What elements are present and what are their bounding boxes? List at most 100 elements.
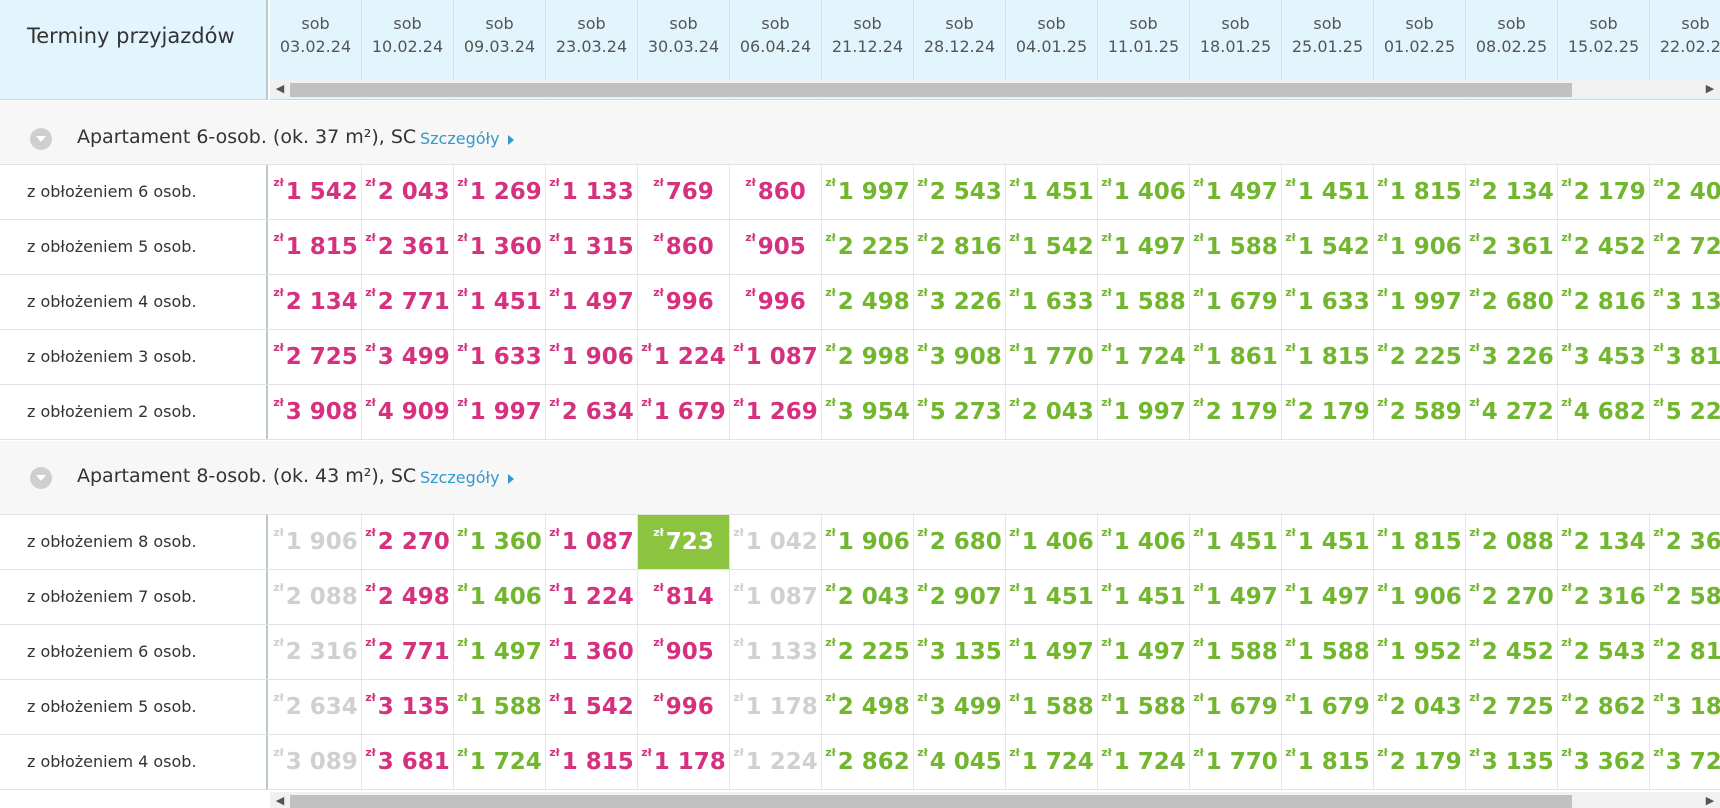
price-cell[interactable]: zł1 724 (454, 735, 546, 789)
price-cell[interactable]: zł1 542 (1006, 220, 1098, 274)
price-cell[interactable]: zł2 088 (270, 570, 362, 624)
price-cell[interactable]: zł2 134 (1558, 515, 1650, 569)
price-cell[interactable]: zł1 542 (270, 165, 362, 219)
price-cell[interactable]: zł3 226 (914, 275, 1006, 329)
price-cell[interactable]: zł1 588 (1098, 275, 1190, 329)
price-cell[interactable]: zł905 (730, 220, 822, 274)
price-cell[interactable]: zł1 087 (546, 515, 638, 569)
price-cell[interactable]: zł1 906 (1374, 220, 1466, 274)
price-cell[interactable]: zł1 451 (1282, 165, 1374, 219)
price-cell[interactable]: zł1 406 (454, 570, 546, 624)
price-cell[interactable]: zł2 088 (1466, 515, 1558, 569)
price-cell[interactable]: zł4 909 (362, 385, 454, 439)
price-cell[interactable]: zł1 997 (822, 165, 914, 219)
price-cell[interactable]: zł1 406 (1098, 165, 1190, 219)
price-cell[interactable]: zł1 542 (546, 680, 638, 734)
horizontal-scrollbar[interactable]: ◀▶ (270, 80, 1720, 98)
price-cell[interactable]: zł1 497 (546, 275, 638, 329)
price-cell[interactable]: zł1 224 (730, 735, 822, 789)
price-cell[interactable]: zł1 497 (1190, 165, 1282, 219)
price-cell[interactable]: zł1 360 (454, 515, 546, 569)
price-cell[interactable]: zł769 (638, 165, 730, 219)
price-cell[interactable]: zł1 178 (730, 680, 822, 734)
price-cell[interactable]: zł3 453 (1558, 330, 1650, 384)
price-cell[interactable]: zł1 542 (1282, 220, 1374, 274)
price-cell[interactable]: zł2 816 (1558, 275, 1650, 329)
price-cell[interactable]: zł1 406 (1006, 515, 1098, 569)
price-cell[interactable]: zł2 179 (1282, 385, 1374, 439)
price-cell[interactable]: zł1 588 (1006, 680, 1098, 734)
price-cell[interactable]: zł3 499 (914, 680, 1006, 734)
price-cell[interactable]: zł1 906 (822, 515, 914, 569)
price-cell[interactable]: zł1 451 (1190, 515, 1282, 569)
price-cell[interactable]: zł1 997 (1098, 385, 1190, 439)
price-cell[interactable]: zł1 269 (454, 165, 546, 219)
price-cell[interactable]: zł3 135 (362, 680, 454, 734)
price-cell[interactable]: zł2 270 (362, 515, 454, 569)
price-cell[interactable]: zł2 816 (914, 220, 1006, 274)
scrollbar-thumb[interactable] (290, 795, 1572, 808)
scroll-left-icon[interactable]: ◀ (272, 80, 288, 98)
price-cell[interactable]: zł1 588 (1098, 680, 1190, 734)
price-cell[interactable]: zł860 (638, 220, 730, 274)
price-cell[interactable]: zł1 724 (1098, 330, 1190, 384)
price-cell[interactable]: zł1 588 (454, 680, 546, 734)
price-cell[interactable]: zł1 724 (1006, 735, 1098, 789)
price-cell[interactable]: zł2 179 (1190, 385, 1282, 439)
price-cell[interactable]: zł2 862 (822, 735, 914, 789)
price-cell[interactable]: zł1 906 (1374, 570, 1466, 624)
price-cell[interactable]: zł1 815 (1374, 165, 1466, 219)
price-cell[interactable]: zł2 498 (822, 275, 914, 329)
price-cell[interactable]: zł3 135 (1650, 275, 1720, 329)
price-cell[interactable]: zł2 725 (1466, 680, 1558, 734)
price-cell[interactable]: zł3 499 (362, 330, 454, 384)
price-cell[interactable]: zł1 679 (1282, 680, 1374, 734)
price-cell[interactable]: zł1 497 (1006, 625, 1098, 679)
price-cell[interactable]: zł2 498 (822, 680, 914, 734)
collapse-toggle-icon[interactable] (30, 128, 52, 150)
price-cell[interactable]: zł1 451 (1282, 515, 1374, 569)
price-cell[interactable]: zł1 497 (1098, 625, 1190, 679)
price-cell[interactable]: zł1 588 (1282, 625, 1374, 679)
price-cell[interactable]: zł1 588 (1190, 625, 1282, 679)
price-cell[interactable]: zł2 179 (1558, 165, 1650, 219)
price-cell[interactable]: zł1 360 (454, 220, 546, 274)
price-cell[interactable]: zł2 589 (1374, 385, 1466, 439)
price-cell[interactable]: zł1 906 (546, 330, 638, 384)
price-cell[interactable]: zł1 497 (1098, 220, 1190, 274)
price-cell[interactable]: zł1 633 (1282, 275, 1374, 329)
price-cell[interactable]: zł1 224 (546, 570, 638, 624)
price-cell[interactable]: zł2 634 (546, 385, 638, 439)
price-cell[interactable]: zł1 815 (270, 220, 362, 274)
price-cell[interactable]: zł1 997 (1374, 275, 1466, 329)
price-cell[interactable]: zł1 770 (1006, 330, 1098, 384)
price-cell[interactable]: zł1 042 (730, 515, 822, 569)
price-cell[interactable]: zł1 679 (1190, 680, 1282, 734)
price-cell[interactable]: zł2 452 (1558, 220, 1650, 274)
price-cell[interactable]: zł2 043 (1374, 680, 1466, 734)
price-cell[interactable]: zł2 361 (1466, 220, 1558, 274)
price-cell[interactable]: zł1 497 (1190, 570, 1282, 624)
price-cell[interactable]: zł5 273 (914, 385, 1006, 439)
price-cell[interactable]: zł1 633 (1006, 275, 1098, 329)
price-cell[interactable]: zł2 862 (1558, 680, 1650, 734)
price-cell[interactable]: zł1 087 (730, 570, 822, 624)
price-cell[interactable]: zł1 497 (1282, 570, 1374, 624)
price-cell[interactable]: zł3 908 (270, 385, 362, 439)
price-cell[interactable]: zł2 043 (822, 570, 914, 624)
price-cell[interactable]: zł1 679 (1190, 275, 1282, 329)
price-cell[interactable]: zł2 361 (362, 220, 454, 274)
price-cell[interactable]: zł2 179 (1374, 735, 1466, 789)
price-cell[interactable]: zł2 134 (1466, 165, 1558, 219)
price-cell[interactable]: zł3 954 (822, 385, 914, 439)
price-cell[interactable]: zł1 360 (546, 625, 638, 679)
price-cell[interactable]: zł2 270 (1466, 570, 1558, 624)
price-cell[interactable]: zł3 726 (1650, 735, 1720, 789)
price-cell[interactable]: zł3 681 (362, 735, 454, 789)
price-cell[interactable]: zł996 (638, 275, 730, 329)
price-cell[interactable]: zł2 816 (1650, 625, 1720, 679)
price-cell[interactable]: zł2 998 (822, 330, 914, 384)
price-cell[interactable]: zł2 771 (362, 625, 454, 679)
price-cell[interactable]: zł2 543 (914, 165, 1006, 219)
price-cell[interactable]: zł2 452 (1466, 625, 1558, 679)
